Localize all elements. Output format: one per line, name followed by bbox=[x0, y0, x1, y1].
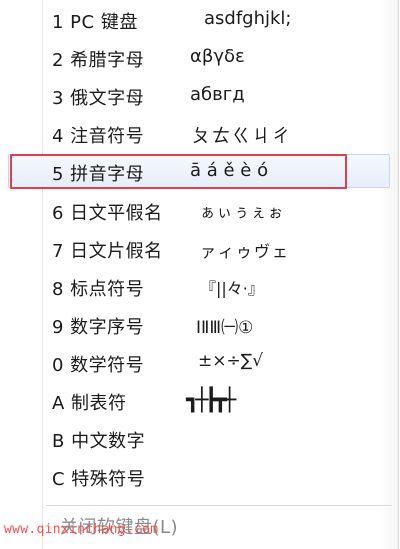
menu-item-label: 8 标点符号 bbox=[52, 279, 145, 300]
menu-item-label: 3 俄文字母 bbox=[52, 88, 145, 109]
menu-item-sample: ァィゥヴェ bbox=[200, 242, 291, 261]
menu-item-label: B 中文数字 bbox=[52, 431, 146, 452]
menu-item-sample: ⅠⅡⅢ㈠① bbox=[196, 318, 254, 338]
site-watermark: www.qinxinchang.com bbox=[4, 522, 159, 537]
menu-item-label: C 特殊符号 bbox=[52, 469, 146, 490]
menu-item-label: 4 注音符号 bbox=[52, 126, 145, 147]
menu-item-label: 9 数字序号 bbox=[52, 317, 145, 338]
menu-item-sample: 『||々·』 bbox=[200, 279, 264, 298]
menu-item-label: A 制表符 bbox=[52, 393, 127, 414]
menu-item-label: 2 希腊字母 bbox=[52, 50, 145, 71]
menu-item-sample: asdfghjkl; bbox=[204, 8, 292, 29]
menu-item-sample: ±×÷∑√ bbox=[198, 351, 264, 371]
menu-separator-highlight bbox=[46, 506, 392, 507]
selection-annotation-box bbox=[10, 154, 347, 189]
menu-item-label: 1 PC 键盘 bbox=[52, 12, 138, 33]
menu-item-sample: αβγδε bbox=[190, 46, 245, 67]
menu-item-sample: абвгд bbox=[190, 84, 245, 105]
menu-item-label: 6 日文平假名 bbox=[52, 203, 163, 224]
menu-item-sample: ┓┼┣┳┼ bbox=[186, 388, 236, 413]
soft-keyboard-menu: 1 PC 键盘 asdfghjkl; 2 希腊字母 αβγδε 3 俄文字母 а… bbox=[0, 0, 399, 549]
menu-item-sample: ㄆㄊㄍㄐㄔ bbox=[192, 126, 292, 147]
menu-item-sample: ぁぃぅぇぉ bbox=[200, 203, 286, 221]
menu-item-label: 0 数学符号 bbox=[52, 355, 145, 376]
menu-item-label: 7 日文片假名 bbox=[52, 241, 163, 262]
